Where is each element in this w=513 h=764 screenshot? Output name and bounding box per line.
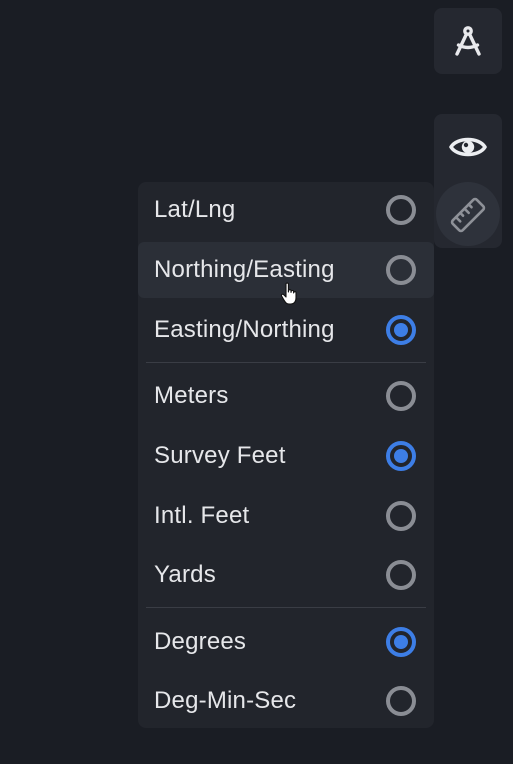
radio-degrees[interactable]	[386, 627, 416, 657]
menu-item-label: Meters	[154, 382, 229, 409]
radio-lat-lng[interactable]	[386, 195, 416, 225]
menu-item-label: Yards	[154, 561, 216, 588]
menu-item-yards[interactable]: Yards	[138, 547, 434, 603]
menu-item-deg-min-sec[interactable]: Deg-Min-Sec	[138, 673, 434, 729]
menu-divider	[146, 362, 426, 363]
menu-item-label: Lat/Lng	[154, 196, 236, 223]
menu-item-meters[interactable]: Meters	[138, 368, 434, 424]
radio-northing-easting[interactable]	[386, 255, 416, 285]
units-menu: Lat/Lng Northing/Easting Easting/Northin…	[138, 182, 434, 728]
menu-item-label: Easting/Northing	[154, 316, 335, 343]
menu-divider	[146, 607, 426, 608]
menu-item-survey-feet[interactable]: Survey Feet	[138, 428, 434, 484]
view-tool-group	[434, 114, 502, 248]
menu-item-intl-feet[interactable]: Intl. Feet	[138, 488, 434, 544]
menu-item-easting-northing[interactable]: Easting/Northing	[138, 302, 434, 358]
eye-icon	[449, 137, 487, 157]
radio-meters[interactable]	[386, 381, 416, 411]
visibility-button[interactable]	[434, 114, 502, 180]
measure-button[interactable]	[434, 182, 502, 248]
menu-item-degrees[interactable]: Degrees	[138, 614, 434, 670]
radio-yards[interactable]	[386, 560, 416, 590]
menu-item-lat-lng[interactable]: Lat/Lng	[138, 182, 434, 238]
ruler-icon	[450, 197, 486, 233]
menu-item-label: Survey Feet	[154, 442, 286, 469]
menu-item-label: Intl. Feet	[154, 502, 250, 529]
menu-item-label: Degrees	[154, 628, 247, 655]
radio-deg-min-sec[interactable]	[386, 686, 416, 716]
radio-intl-feet[interactable]	[386, 501, 416, 531]
menu-item-label: Deg-Min-Sec	[154, 687, 297, 714]
drafting-compass-icon	[455, 26, 481, 56]
menu-item-label: Northing/Easting	[154, 256, 335, 283]
drafting-tool-button[interactable]	[434, 8, 502, 74]
hand-cursor-icon	[280, 282, 297, 305]
radio-survey-feet[interactable]	[386, 441, 416, 471]
radio-easting-northing[interactable]	[386, 315, 416, 345]
